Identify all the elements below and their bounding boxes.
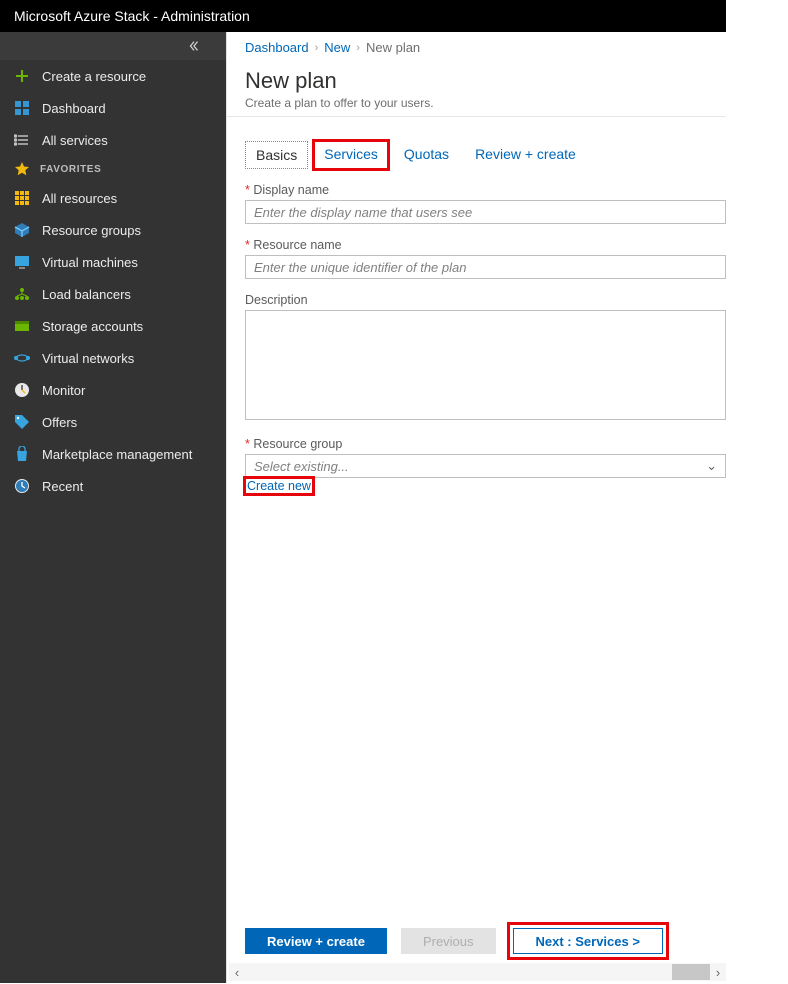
scroll-thumb[interactable] bbox=[672, 964, 710, 980]
page-title: New plan bbox=[245, 68, 708, 94]
sidebar-item-label: Dashboard bbox=[42, 101, 106, 116]
scroll-track[interactable] bbox=[245, 964, 710, 980]
sidebar-item-label: Recent bbox=[42, 479, 83, 494]
grid-icon bbox=[14, 190, 30, 206]
tab-review-create[interactable]: Review + create bbox=[465, 141, 586, 169]
breadcrumb-current: New plan bbox=[366, 40, 420, 55]
resource-group-dropdown[interactable]: Select existing... ⌄ bbox=[245, 454, 726, 478]
scroll-right-icon[interactable]: › bbox=[710, 964, 726, 980]
monitor-icon bbox=[14, 382, 30, 398]
sidebar-item-label: Create a resource bbox=[42, 69, 146, 84]
dashboard-icon bbox=[14, 100, 30, 116]
sidebar-item-monitor[interactable]: Monitor bbox=[0, 374, 226, 406]
page-header: New plan Create a plan to offer to your … bbox=[227, 64, 726, 117]
create-new-link[interactable]: Create new bbox=[245, 478, 313, 494]
sidebar-item-label: Offers bbox=[42, 415, 77, 430]
previous-button[interactable]: Previous bbox=[401, 928, 496, 954]
sidebar-item-label: Storage accounts bbox=[42, 319, 143, 334]
sidebar-item-label: All services bbox=[42, 133, 108, 148]
horizontal-scrollbar[interactable]: ‹ › bbox=[229, 963, 726, 981]
sidebar-item-marketplace[interactable]: Marketplace management bbox=[0, 438, 226, 470]
breadcrumb: Dashboard › New › New plan bbox=[227, 32, 726, 64]
sidebar-item-label: Marketplace management bbox=[42, 447, 192, 462]
sidebar-create-resource[interactable]: Create a resource bbox=[0, 60, 226, 92]
display-name-input[interactable] bbox=[245, 200, 726, 224]
titlebar-text: Microsoft Azure Stack - Administration bbox=[14, 8, 250, 24]
sidebar-item-label: Virtual machines bbox=[42, 255, 138, 270]
description-textarea[interactable] bbox=[245, 310, 726, 420]
resource-group-value: Select existing... bbox=[254, 459, 349, 474]
sidebar-item-offers[interactable]: Offers bbox=[0, 406, 226, 438]
sidebar-item-label: Load balancers bbox=[42, 287, 131, 302]
tab-basics[interactable]: Basics bbox=[245, 141, 308, 169]
page-subtitle: Create a plan to offer to your users. bbox=[245, 96, 708, 110]
content-area: Basics Services Quotas Review + create D… bbox=[227, 117, 726, 983]
sidebar-item-all-resources[interactable]: All resources bbox=[0, 182, 226, 214]
plus-icon bbox=[14, 68, 30, 84]
storage-icon bbox=[14, 318, 30, 334]
sidebar-item-recent[interactable]: Recent bbox=[0, 470, 226, 502]
vm-icon bbox=[14, 254, 30, 270]
sidebar-dashboard[interactable]: Dashboard bbox=[0, 92, 226, 124]
chevron-down-icon: ⌄ bbox=[706, 458, 717, 474]
chevron-right-icon: › bbox=[315, 42, 319, 54]
sidebar-collapse-button[interactable] bbox=[0, 32, 226, 60]
cube-icon bbox=[14, 222, 30, 238]
tabs: Basics Services Quotas Review + create bbox=[245, 141, 726, 169]
right-gutter bbox=[726, 0, 788, 984]
tag-icon bbox=[14, 414, 30, 430]
clock-icon bbox=[14, 478, 30, 494]
field-description: Description bbox=[245, 293, 726, 423]
sidebar-item-load-balancers[interactable]: Load balancers bbox=[0, 278, 226, 310]
display-name-label: Display name bbox=[245, 183, 726, 197]
sidebar-item-label: All resources bbox=[42, 191, 117, 206]
next-button-highlight: Next : Services > bbox=[510, 925, 666, 957]
favorites-label: FAVORITES bbox=[40, 164, 101, 175]
tab-quotas[interactable]: Quotas bbox=[394, 141, 459, 169]
resource-name-label: Resource name bbox=[245, 238, 726, 252]
breadcrumb-new[interactable]: New bbox=[324, 40, 350, 55]
description-label: Description bbox=[245, 293, 726, 307]
sidebar-item-virtual-machines[interactable]: Virtual machines bbox=[0, 246, 226, 278]
resource-name-input[interactable] bbox=[245, 255, 726, 279]
footer-actions: Review + create Previous Next : Services… bbox=[245, 925, 726, 957]
star-icon bbox=[14, 161, 30, 177]
sidebar-item-resource-groups[interactable]: Resource groups bbox=[0, 214, 226, 246]
scroll-left-icon[interactable]: ‹ bbox=[229, 964, 245, 980]
sidebar: Create a resource Dashboard All services… bbox=[0, 32, 226, 983]
chevron-right-icon: › bbox=[356, 42, 360, 54]
sidebar-item-virtual-networks[interactable]: Virtual networks bbox=[0, 342, 226, 374]
next-services-button[interactable]: Next : Services > bbox=[513, 928, 663, 954]
sidebar-all-services[interactable]: All services bbox=[0, 124, 226, 156]
sidebar-favorites-header: FAVORITES bbox=[0, 156, 226, 182]
chevron-double-left-icon bbox=[186, 38, 202, 54]
sidebar-item-label: Monitor bbox=[42, 383, 85, 398]
sidebar-item-label: Resource groups bbox=[42, 223, 141, 238]
sidebar-item-label: Virtual networks bbox=[42, 351, 134, 366]
main-panel: Dashboard › New › New plan New plan Crea… bbox=[226, 32, 726, 983]
resource-group-label: Resource group bbox=[245, 437, 726, 451]
field-display-name: Display name bbox=[245, 183, 726, 224]
field-resource-name: Resource name bbox=[245, 238, 726, 279]
breadcrumb-dashboard[interactable]: Dashboard bbox=[245, 40, 309, 55]
field-resource-group: Resource group Select existing... ⌄ Crea… bbox=[245, 437, 726, 494]
network-icon bbox=[14, 350, 30, 366]
review-create-button[interactable]: Review + create bbox=[245, 928, 387, 954]
tab-services[interactable]: Services bbox=[314, 141, 388, 169]
titlebar: Microsoft Azure Stack - Administration bbox=[0, 0, 726, 32]
bag-icon bbox=[14, 446, 30, 462]
load-balancer-icon bbox=[14, 286, 30, 302]
sidebar-item-storage-accounts[interactable]: Storage accounts bbox=[0, 310, 226, 342]
list-icon bbox=[14, 132, 30, 148]
